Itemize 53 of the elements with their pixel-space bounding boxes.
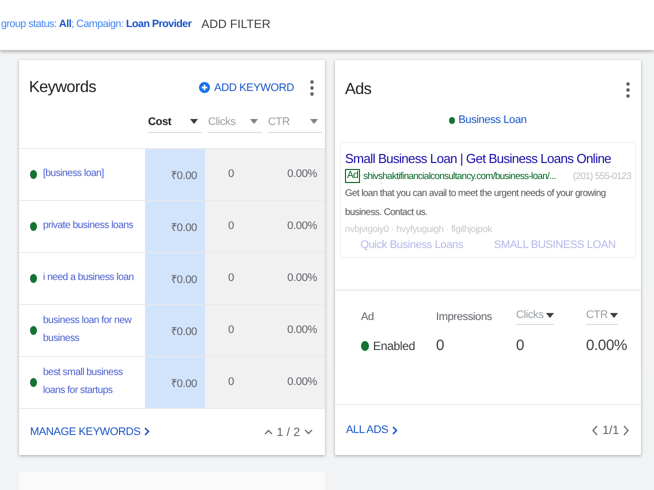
manage-keywords-link[interactable]: MANAGE KEYWORDS bbox=[30, 426, 150, 438]
table-cell: 0 bbox=[205, 200, 265, 252]
table-cell: ₹0.00 bbox=[145, 356, 205, 408]
table-cell: 0.00% bbox=[265, 148, 325, 200]
chevron-right-icon bbox=[144, 427, 150, 436]
table-cell: 0.00% bbox=[265, 356, 325, 408]
sitelink: SMALL BUSINESS LOAN bbox=[494, 239, 616, 251]
keyword-link[interactable]: best small business loans for startups bbox=[43, 364, 145, 400]
table-cell: ₹0.00 bbox=[145, 252, 205, 304]
card-title: Keywords bbox=[29, 78, 98, 97]
add-keyword-button[interactable]: ADD KEYWORD bbox=[199, 82, 294, 94]
chevron-left-icon[interactable] bbox=[592, 424, 598, 436]
keyword-link[interactable]: i need a business loan bbox=[43, 269, 134, 288]
stat-value: 0 bbox=[516, 337, 526, 354]
filter-text[interactable]: group status: All; Campaign: Loan Provider bbox=[1, 18, 192, 30]
chevron-up-icon[interactable] bbox=[264, 428, 273, 435]
column-header[interactable]: Cost bbox=[148, 116, 202, 133]
stat-value: 0 bbox=[436, 337, 446, 354]
table-cell: ₹0.00 bbox=[145, 148, 205, 200]
page-indicator: 1/1 bbox=[602, 423, 619, 437]
column-header: Ad bbox=[361, 311, 374, 323]
ad-phone: (201) 555-0123 bbox=[573, 170, 631, 182]
keyword-link[interactable]: private business loans bbox=[43, 217, 134, 236]
table-cell: 0.00% bbox=[265, 252, 325, 304]
table-cell: 0 bbox=[205, 304, 265, 356]
ad-url: shivshaktifinancialconsultancy.com/business-loan/... bbox=[363, 170, 556, 182]
table-cell: ₹0.00 bbox=[145, 304, 205, 356]
stat-value: 0.00% bbox=[586, 337, 628, 354]
table-cell: 0.00% bbox=[265, 200, 325, 252]
chevron-right-icon[interactable] bbox=[623, 424, 629, 436]
sitelink: Quick Business Loans bbox=[360, 239, 464, 251]
add-filter-button[interactable]: ADD FILTER bbox=[201, 17, 271, 31]
card-title: Ads bbox=[345, 81, 372, 99]
all-ads-link[interactable]: ALL ADS bbox=[346, 424, 398, 436]
ad-headline[interactable]: Small Business Loan | Get Business Loans Online bbox=[345, 151, 612, 166]
column-header: Impressions bbox=[436, 311, 492, 323]
chevron-right-icon bbox=[392, 426, 398, 434]
keyword-link[interactable]: business loan for new business bbox=[43, 312, 145, 348]
table-cell: 0.00% bbox=[265, 304, 325, 356]
more-options-icon[interactable] bbox=[310, 80, 314, 96]
status-label: Enabled bbox=[373, 338, 415, 352]
page-indicator: 1 / 2 bbox=[276, 424, 300, 439]
table-cell: 0 bbox=[205, 356, 265, 408]
table-cell: 0 bbox=[205, 252, 265, 304]
ad-group-name[interactable]: Business Loan bbox=[458, 114, 527, 126]
keyword-link[interactable]: [business loan] bbox=[43, 165, 104, 184]
more-options-icon[interactable] bbox=[626, 82, 630, 98]
ad-description: Get loan that you can avail to meet the urgent needs of your growing business. Contact us. bbox=[345, 187, 607, 220]
ad-badge: Ad bbox=[345, 169, 360, 183]
chevron-down-icon[interactable] bbox=[304, 428, 313, 435]
plus-circle-icon bbox=[199, 82, 210, 94]
table-cell: ₹0.00 bbox=[145, 200, 205, 252]
table-cell: 0 bbox=[205, 148, 265, 200]
